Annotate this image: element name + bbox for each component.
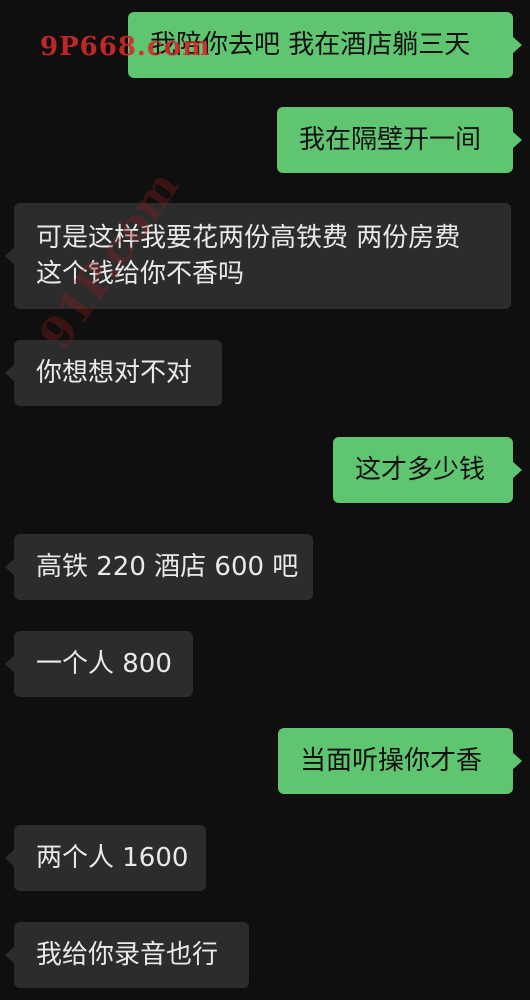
message-bubble-incoming[interactable]: 两个人 1600 <box>5 825 206 891</box>
message-bubble-outgoing[interactable]: 当面听操你才香 <box>278 728 522 794</box>
message-text: 这个钱给你不香吗 <box>36 259 245 289</box>
message-bubble-incoming[interactable]: 我给你录音也行 <box>5 922 249 988</box>
message-text: 这才多少钱 <box>355 455 486 485</box>
message-bubble-incoming[interactable]: 高铁 220 酒店 600 吧 <box>5 534 313 600</box>
message-text: 我在隔壁开一间 <box>299 125 482 155</box>
message-text: 我陪你去吧 我在酒店躺三天 <box>150 30 471 60</box>
message-bubble-outgoing[interactable]: 我陪你去吧 我在酒店躺三天 <box>128 12 522 78</box>
message-text: 你想想对不对 <box>36 358 193 388</box>
message-text: 可是这样我要花两份高铁费 两份房费 <box>36 223 461 253</box>
message-bubble-outgoing[interactable]: 这才多少钱 <box>333 437 522 503</box>
message-text: 当面听操你才香 <box>300 746 483 776</box>
message-bubble-outgoing[interactable]: 我在隔壁开一间 <box>277 107 522 173</box>
message-text: 我给你录音也行 <box>36 940 219 970</box>
message-bubble-incoming[interactable]: 一个人 800 <box>5 631 193 697</box>
message-text: 两个人 1600 <box>36 843 189 873</box>
chat-area: 我陪你去吧 我在酒店躺三天 我在隔壁开一间 可是这样我要花两份高铁费 两份房费 … <box>0 0 530 1000</box>
message-text: 一个人 800 <box>36 649 172 679</box>
message-bubble-incoming[interactable]: 可是这样我要花两份高铁费 两份房费 这个钱给你不香吗 <box>5 203 511 309</box>
message-text: 高铁 220 酒店 600 吧 <box>36 552 299 582</box>
message-bubble-incoming[interactable]: 你想想对不对 <box>5 340 222 406</box>
